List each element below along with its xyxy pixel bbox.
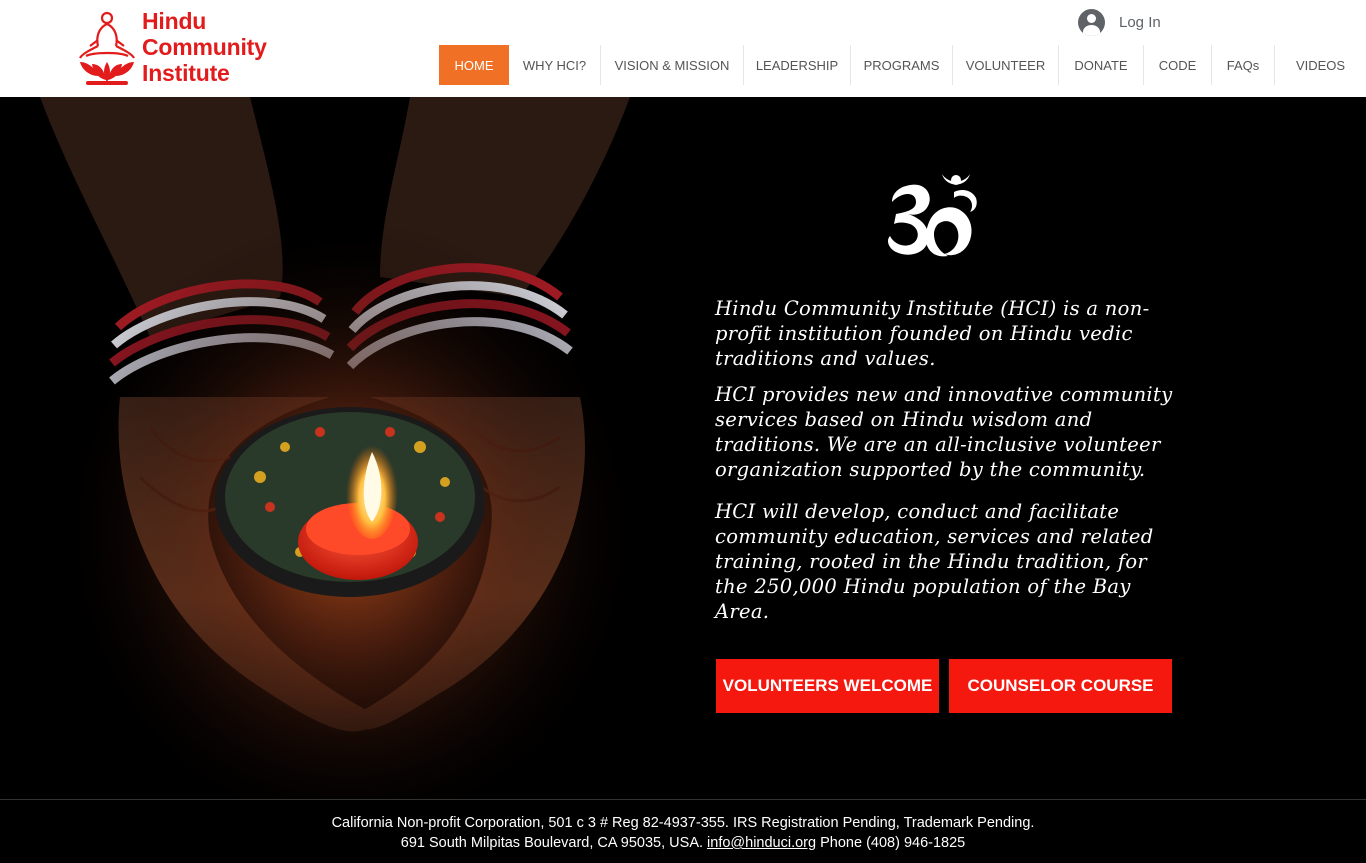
hero-paragraph-intro: Hindu Community Institute (HCI) is a non… (715, 297, 1150, 370)
footer-legal-text: California Non-profit Corporation, 501 c… (331, 815, 1035, 831)
site-logo[interactable]: Hindu Community Institute (76, 8, 296, 90)
site-header: Hindu Community Institute Log In HOME WH… (0, 0, 1366, 97)
user-avatar-icon (1078, 8, 1105, 36)
footer-phone: Phone (408) 946-1825 (820, 835, 966, 851)
meditating-figure-lotus-icon (79, 11, 135, 85)
nav-faqs[interactable]: FAQs (1212, 45, 1275, 85)
login-label: Log In (1119, 13, 1161, 31)
nav-donate[interactable]: DONATE (1059, 45, 1144, 85)
nav-videos[interactable]: VIDEOS (1275, 45, 1366, 85)
counselor-course-button[interactable]: COUNSELOR COURSE (949, 659, 1172, 713)
login-button[interactable]: Log In (1078, 7, 1161, 37)
footer-email-link[interactable]: info@hinduci.org (707, 835, 816, 851)
nav-vision-mission[interactable]: VISION & MISSION (601, 45, 744, 85)
logo-line-hindu: Hindu (142, 8, 207, 34)
logo-wordmark: Hindu Community Institute (142, 8, 267, 86)
om-icon (884, 168, 986, 260)
nav-code[interactable]: CODE (1144, 45, 1212, 85)
footer-address: 691 South Milpitas Boulevard, CA 95035, … (400, 835, 704, 851)
nav-leadership[interactable]: LEADERSHIP (744, 45, 851, 85)
footer-contact-line: 691 South Milpitas Boulevard, CA 95035, … (0, 835, 1366, 851)
hero-paragraph-mission: HCI will develop, conduct and facilitate… (715, 500, 1154, 623)
nav-why-hci[interactable]: WHY HCI? (509, 45, 601, 85)
nav-volunteer[interactable]: VOLUNTEER (953, 45, 1059, 85)
logo-line-community: Community (142, 34, 267, 60)
volunteers-welcome-button[interactable]: VOLUNTEERS WELCOME (716, 659, 939, 713)
site-footer: California Non-profit Corporation, 501 c… (0, 799, 1366, 863)
hero-paragraph-services: HCI provides new and innovative communit… (715, 383, 1173, 481)
main-nav: HOME WHY HCI? VISION & MISSION LEADERSHI… (439, 45, 1366, 85)
hero-section: Hindu Community Institute (HCI) is a non… (0, 97, 1366, 799)
hero-image-diya-hands (0, 97, 660, 799)
nav-home[interactable]: HOME (439, 45, 509, 85)
nav-programs[interactable]: PROGRAMS (851, 45, 953, 85)
logo-line-institute: Institute (142, 60, 230, 86)
